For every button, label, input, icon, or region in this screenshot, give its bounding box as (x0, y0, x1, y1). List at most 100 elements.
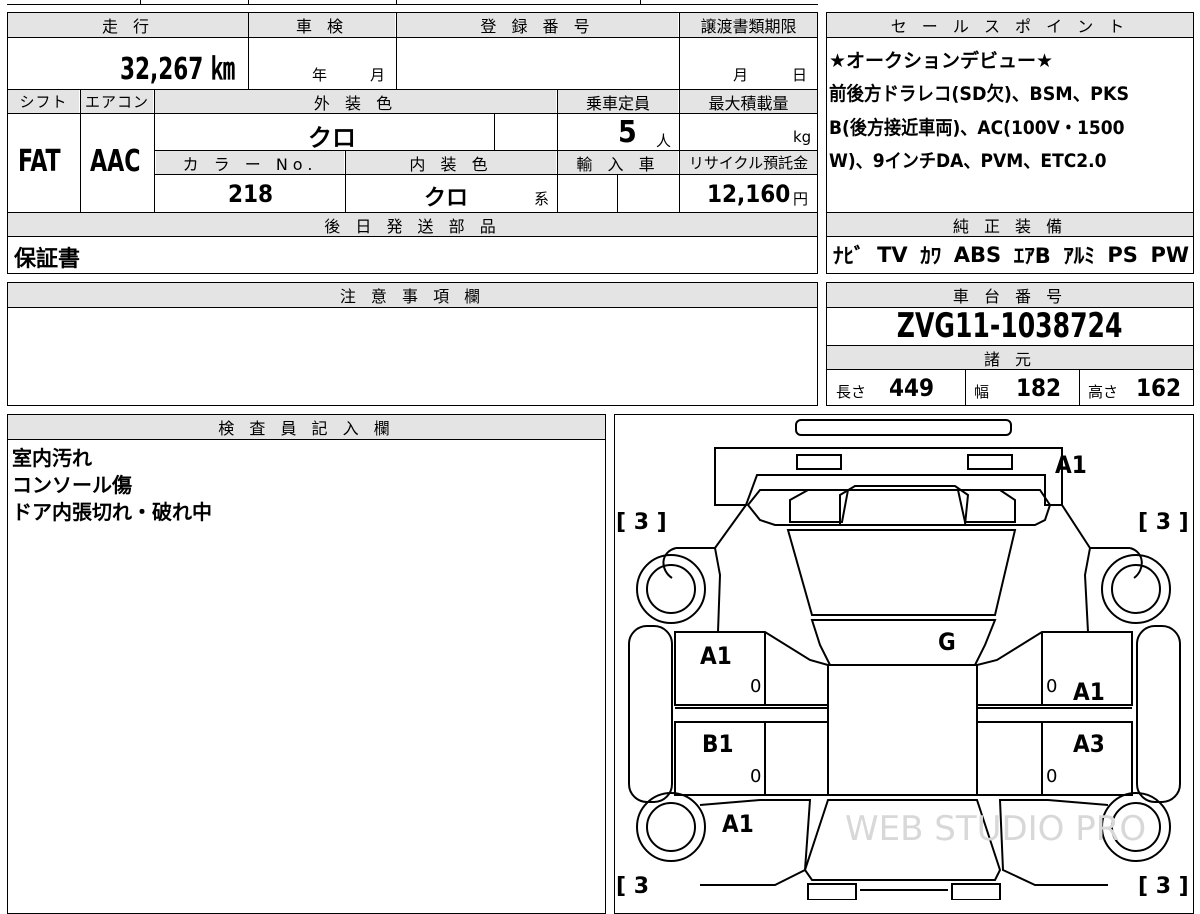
recycle-label: リサイクル預託金 (680, 151, 817, 174)
color-no-label: カ ラ ー No. (156, 151, 344, 174)
row-divider (826, 37, 1194, 38)
max-load-label: 最大積載量 (680, 90, 817, 113)
mark-roof: G (938, 628, 956, 656)
inspection-year: 年 (312, 66, 328, 84)
top-cutoff-tick (140, 0, 141, 5)
later-parts-label: 後 日 発 送 部 品 (8, 213, 817, 236)
equipment-leather: ｶﾜ (920, 244, 942, 268)
mark-left-rear-fender: A1 (722, 810, 754, 838)
watermark-text: WEB STUDIO PRO (845, 809, 1146, 849)
door-handle-mark: 0 (1046, 766, 1058, 787)
mileage-value: 32,267 ㎞ (120, 52, 235, 87)
top-cutoff-tick (640, 0, 641, 5)
equipment-airbag: ｴｱB (1013, 244, 1051, 268)
col-divider (154, 89, 155, 212)
shift-label: シフト (8, 90, 79, 113)
row-divider (7, 113, 818, 114)
mileage-label: 走 行 (8, 13, 248, 37)
inspector-note: コンソール傷 (12, 473, 132, 497)
chassis-label: 車 台 番 号 (827, 283, 1193, 307)
mark-rear-top: A1 (1055, 451, 1087, 479)
row-divider (7, 37, 818, 38)
col-divider (494, 113, 495, 150)
length-value: 449 (889, 374, 935, 402)
color-no-value: 218 (228, 180, 274, 208)
equipment-abs: ABS (953, 243, 1002, 267)
inspection-label: 車 検 (249, 13, 395, 37)
sales-points-label: セ ー ル ス ポ イ ン ト (827, 13, 1193, 37)
tire-tread-front-right: [ 3 ] (1138, 874, 1189, 899)
col-divider (1079, 369, 1080, 406)
inspector-note: 室内汚れ (12, 446, 92, 470)
equipment-tv: TV (877, 243, 908, 267)
top-cutoff-tick (396, 0, 397, 5)
shift-value: FAT (18, 144, 61, 179)
capacity-label: 乗車定員 (558, 90, 678, 113)
col-divider (557, 89, 558, 212)
row-divider (826, 369, 1194, 370)
aircon-label: エアコン (81, 90, 153, 113)
inspector-label: 検 査 員 記 入 欄 (8, 415, 605, 439)
row-divider (7, 439, 606, 440)
tire-tread-front-left: [ 3 (616, 874, 650, 899)
equipment-list: ﾅﾋﾞ TV ｶﾜ ABS ｴｱB ｱﾙﾐ PS PW (833, 240, 1189, 270)
capacity-unit: 人 (656, 132, 672, 150)
tire-tread-rear-right: [ 3 ] (1138, 510, 1189, 535)
specs-label: 諸 元 (827, 346, 1193, 369)
exterior-color-label: 外 装 色 (155, 90, 556, 113)
interior-color-suffix: 系 (534, 190, 550, 208)
col-divider (345, 150, 346, 212)
col-divider (396, 12, 397, 89)
mark-right-rear-door: A3 (1073, 730, 1105, 758)
height-label: 高さ (1088, 383, 1119, 401)
col-divider (617, 174, 618, 212)
chassis-number: ZVG11-1038724 (826, 306, 1194, 346)
sales-point-line: ★オークションデビュー★ (829, 50, 1054, 72)
door-handle-mark: 0 (750, 676, 762, 697)
sales-point-line: B(後方接近車両)、AC(100V・1500 (829, 117, 1125, 139)
tire-tread-rear-left: [ 3 ] (616, 510, 667, 535)
col-divider (248, 12, 249, 89)
capacity-value: 5 (618, 115, 637, 150)
row-divider (7, 236, 818, 237)
col-divider (679, 12, 680, 89)
equipment-alloy: ｱﾙﾐ (1063, 244, 1095, 268)
sales-point-line: 前後方ドラレコ(SD欠)、BSM、PKS (829, 83, 1130, 105)
chassis-number-text: ZVG11-1038724 (897, 306, 1123, 346)
reg-number-label: 登 録 番 号 (397, 13, 678, 37)
width-value: 182 (1016, 374, 1062, 402)
top-cutoff-line (7, 4, 818, 5)
equipment-ps: PS (1107, 243, 1138, 267)
exterior-color-value: クロ (308, 124, 356, 152)
height-value: 162 (1136, 374, 1182, 402)
row-divider (7, 307, 818, 308)
interior-color-value: クロ (424, 186, 469, 211)
mark-right-front-door: A1 (1073, 678, 1105, 706)
transfer-month: 月 (733, 66, 749, 84)
interior-color-label: 内 装 色 (346, 151, 556, 174)
row-divider (155, 174, 818, 175)
col-divider (80, 89, 81, 212)
col-divider (965, 369, 966, 406)
equipment-label: 純 正 装 備 (827, 213, 1193, 236)
door-handle-mark: 0 (1046, 676, 1058, 697)
top-cutoff-tick (248, 0, 249, 5)
notes-label: 注 意 事 項 欄 (8, 283, 817, 307)
import-label: 輸 入 車 (558, 151, 678, 174)
aircon-value: AAC (90, 144, 141, 179)
row-divider (826, 236, 1194, 237)
later-parts-value: 保証書 (14, 247, 81, 272)
inspection-month: 月 (370, 66, 386, 84)
door-handle-mark: 0 (750, 766, 762, 787)
mark-left-front-door: A1 (700, 642, 732, 670)
transfer-day: 日 (792, 66, 808, 84)
sales-point-line: W)、9インチDA、PVM、ETC2.0 (829, 150, 1107, 172)
equipment-nav: ﾅﾋﾞ (833, 244, 865, 268)
inspector-note: ドア内張切れ・破れ中 (12, 500, 212, 524)
transfer-deadline-label: 譲渡書類期限 (680, 13, 817, 37)
equipment-pw: PW (1150, 243, 1189, 267)
recycle-unit: 円 (793, 190, 809, 208)
mark-left-rear-door: B1 (702, 730, 734, 758)
max-load-unit: kg (793, 128, 812, 146)
recycle-value: 12,160 (707, 180, 791, 208)
